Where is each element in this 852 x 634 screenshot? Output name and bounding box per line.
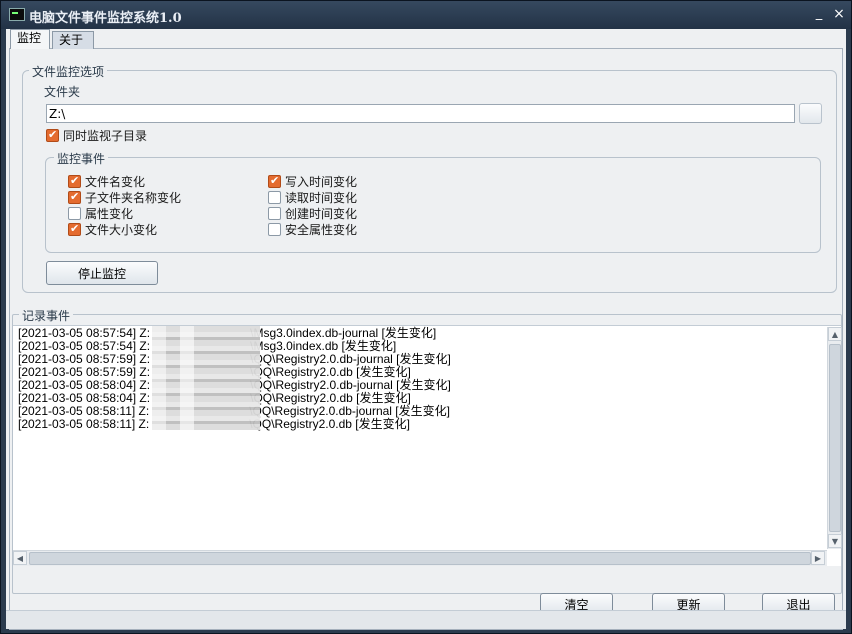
vertical-scrollbar[interactable]: ▲ ▼ xyxy=(827,327,842,549)
log-events-group: 记录事件 [2021-03-05 08:57:54] Z: \Msg3.0ind… xyxy=(12,307,842,594)
checkbox-box xyxy=(68,222,81,236)
title-bar[interactable]: 电脑文件事件监控系统1.0 _ × xyxy=(1,1,851,29)
status-bar xyxy=(6,610,846,629)
vertical-scroll-thumb[interactable] xyxy=(829,344,841,532)
minimize-button[interactable]: _ xyxy=(810,5,828,23)
event-checkbox[interactable]: 属性变化 xyxy=(68,206,133,221)
checkbox-box xyxy=(268,223,281,236)
log-listbox[interactable]: [2021-03-05 08:57:54] Z: \Msg3.0index.db… xyxy=(13,325,842,566)
folder-label: 文件夹 xyxy=(44,85,81,99)
window-title: 电脑文件事件监控系统1.0 xyxy=(29,11,182,26)
redacted-region xyxy=(152,326,260,430)
event-checkbox[interactable]: 读取时间变化 xyxy=(268,190,357,205)
event-checkbox[interactable]: 子文件夹名称变化 xyxy=(68,190,181,205)
stop-monitor-button[interactable]: 停止监控 xyxy=(46,261,158,285)
checkbox-box xyxy=(46,128,59,142)
checkbox-box xyxy=(268,174,281,188)
app-window: 电脑文件事件监控系统1.0 _ × 文件监控选项 文件夹 同时监视子目录 监控事… xyxy=(0,0,852,634)
monitor-events-group: 监控事件 文件名变化子文件夹名称变化属性变化文件大小变化 写入时间变化读取时间变化… xyxy=(45,150,821,253)
tab-monitor[interactable]: 监控 xyxy=(10,29,50,49)
event-checkbox[interactable]: 文件大小变化 xyxy=(68,222,157,237)
scroll-left-icon[interactable]: ◀ xyxy=(13,551,27,565)
monitor-options-title: 文件监控选项 xyxy=(29,63,108,80)
checkbox-box xyxy=(68,174,81,188)
event-checkbox[interactable]: 写入时间变化 xyxy=(268,174,357,189)
checkbox-box xyxy=(68,207,81,220)
scroll-down-icon[interactable]: ▼ xyxy=(828,534,842,548)
checkbox-label: 同时监视子目录 xyxy=(63,129,148,143)
scroll-right-icon[interactable]: ▶ xyxy=(811,551,825,565)
include-subdirs-checkbox[interactable]: 同时监视子目录 xyxy=(46,128,147,143)
checkbox-label: 子文件夹名称变化 xyxy=(85,191,182,205)
event-checkbox[interactable]: 创建时间变化 xyxy=(268,206,357,221)
scroll-up-icon[interactable]: ▲ xyxy=(828,327,842,341)
monitor-options-group: 文件监控选项 文件夹 同时监视子目录 监控事件 文件名变化子文件夹名称变化属性变… xyxy=(22,63,837,293)
client-area: 文件监控选项 文件夹 同时监视子目录 监控事件 文件名变化子文件夹名称变化属性变… xyxy=(6,29,846,630)
tab-panel-monitor: 文件监控选项 文件夹 同时监视子目录 监控事件 文件名变化子文件夹名称变化属性变… xyxy=(9,48,843,630)
checkbox-label: 读取时间变化 xyxy=(285,191,358,205)
checkbox-box xyxy=(268,207,281,220)
folder-path-input[interactable] xyxy=(46,104,795,123)
monitor-events-title: 监控事件 xyxy=(54,150,109,167)
close-button[interactable]: × xyxy=(830,5,848,23)
checkbox-label: 属性变化 xyxy=(85,207,134,221)
checkbox-box xyxy=(268,191,281,204)
browse-folder-button[interactable] xyxy=(799,103,822,124)
horizontal-scroll-thumb[interactable] xyxy=(29,552,811,565)
checkbox-label: 文件名变化 xyxy=(85,175,146,189)
checkbox-label: 创建时间变化 xyxy=(285,207,358,221)
tab-about[interactable]: 关于 xyxy=(52,31,94,49)
checkbox-label: 安全属性变化 xyxy=(285,223,358,237)
horizontal-scrollbar[interactable]: ◀ ▶ xyxy=(13,550,827,566)
checkbox-label: 写入时间变化 xyxy=(285,175,358,189)
checkbox-label: 文件大小变化 xyxy=(85,223,158,237)
event-checkbox[interactable]: 安全属性变化 xyxy=(268,222,357,237)
log-events-title: 记录事件 xyxy=(19,307,74,324)
terminal-icon xyxy=(9,8,25,21)
checkbox-box xyxy=(68,190,81,204)
event-checkbox[interactable]: 文件名变化 xyxy=(68,174,145,189)
